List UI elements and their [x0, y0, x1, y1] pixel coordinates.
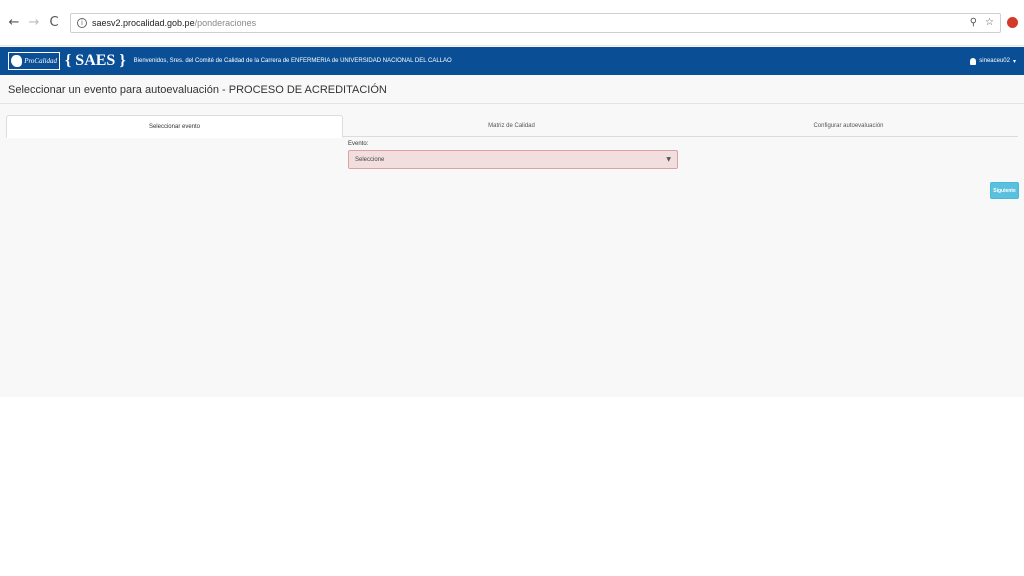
star-icon[interactable]: ☆ [985, 17, 994, 28]
url-host: saesv2.procalidad.gob.pe [92, 17, 195, 28]
tab-seleccionar-evento[interactable]: Seleccionar evento [6, 115, 343, 138]
saes-brand: { SAES } [65, 52, 126, 69]
info-icon[interactable]: i [77, 17, 87, 28]
url-path: /ponderaciones [194, 17, 257, 28]
evento-form: Evento: Seleccione ▼ [348, 141, 678, 169]
forward-icon[interactable]: → [26, 15, 42, 31]
user-icon [970, 57, 977, 65]
page-title: Seleccionar un evento para autoevaluació… [8, 84, 387, 96]
app-header: ProCalidad { SAES } Bienvenidos, Sres. d… [0, 47, 1024, 75]
extension-icon[interactable] [1007, 17, 1018, 28]
logo[interactable]: ProCalidad { SAES } [8, 52, 126, 70]
procalidad-logo: ProCalidad [8, 52, 60, 70]
back-icon[interactable]: ← [6, 15, 22, 31]
user-name: sineaceu02 [979, 58, 1010, 64]
divider [0, 103, 1024, 104]
browser-window: ← → C i saesv2.procalidad.gob.pe/pondera… [0, 0, 1024, 397]
logo-text: ProCalidad [24, 57, 57, 65]
siguiente-button[interactable]: Siguiente [990, 182, 1019, 199]
evento-select-value: Seleccione [355, 156, 385, 163]
evento-select[interactable]: Seleccione ▼ [348, 150, 678, 169]
tab-matriz-de-calidad[interactable]: Matriz de Calidad [343, 115, 680, 137]
evento-label: Evento: [348, 141, 369, 147]
procalidad-swirl-icon [11, 55, 23, 67]
dropdown-arrow-icon: ▼ [666, 156, 671, 163]
wizard-tabs: Seleccionar evento Matriz de Calidad Con… [6, 115, 1018, 138]
chevron-down-icon: ▾ [1012, 58, 1016, 65]
zoom-icon[interactable]: ⚲ [970, 17, 977, 28]
welcome-message: Bienvenidos, Sres. del Comité de Calidad… [133, 58, 452, 64]
address-bar[interactable]: i saesv2.procalidad.gob.pe/ponderaciones… [70, 12, 1001, 33]
user-menu[interactable]: sineaceu02 ▾ [970, 57, 1016, 65]
browser-toolbar: ← → C i saesv2.procalidad.gob.pe/pondera… [0, 0, 1024, 46]
tab-configurar-autoevaluacion[interactable]: Configurar autoevaluación [680, 115, 1017, 137]
reload-icon[interactable]: C [46, 15, 62, 31]
